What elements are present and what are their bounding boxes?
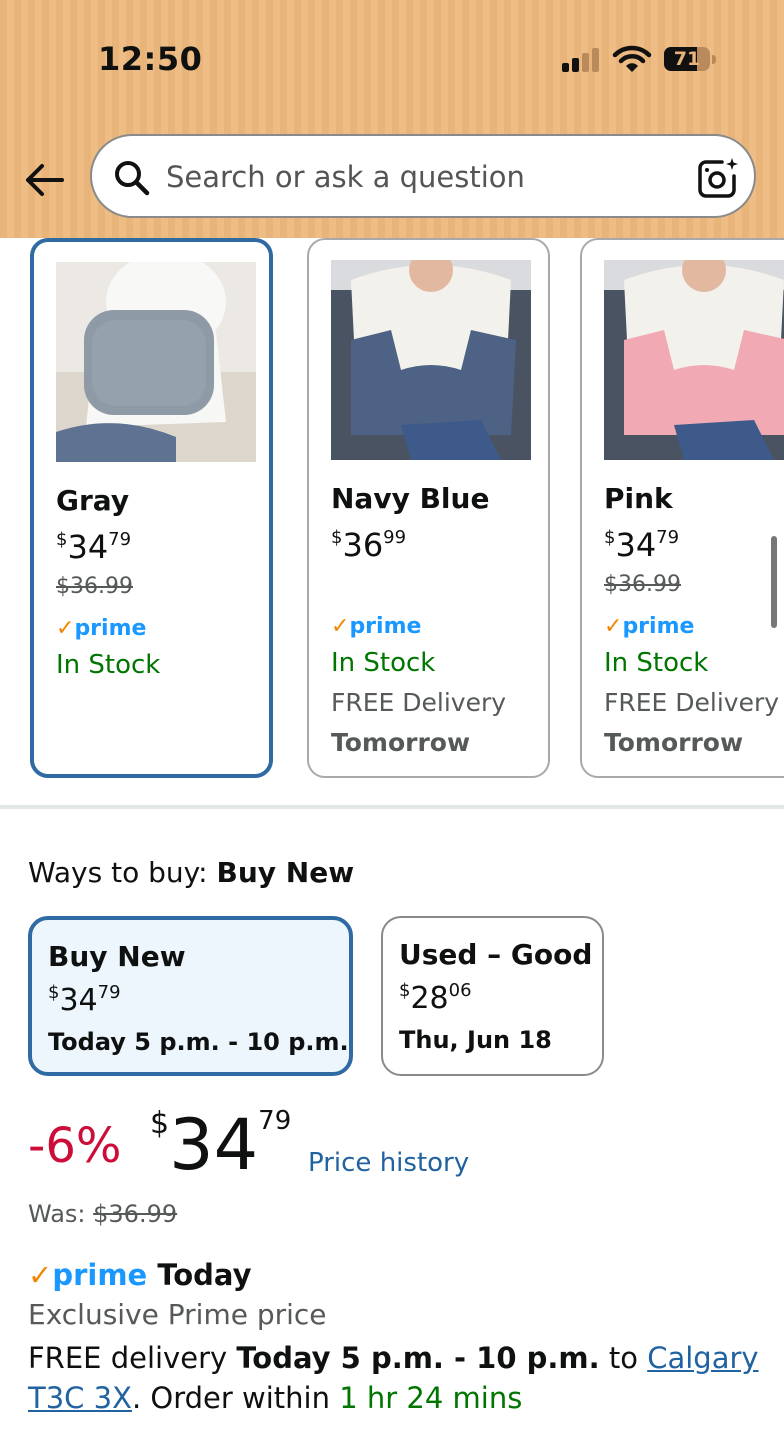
status-time: 12:50 — [98, 40, 203, 78]
variant-price: $3479 — [56, 528, 132, 566]
variant-delivery: FREE Delivery — [604, 688, 780, 717]
color-variants-carousel[interactable]: Gray $3479 $36.99 ✓prime In Stock Navy B… — [0, 238, 784, 798]
buy-option-delivery: Thu, Jun 18 — [399, 1026, 552, 1054]
variant-name: Gray — [56, 484, 130, 517]
variant-stock: In Stock — [331, 648, 436, 678]
exclusive-prime-price: Exclusive Prime price — [28, 1298, 327, 1331]
price-history-link[interactable]: Price history — [308, 1148, 469, 1178]
variant-old-price: $36.99 — [604, 572, 681, 597]
variant-stock: In Stock — [604, 648, 709, 678]
variant-name: Pink — [604, 482, 673, 515]
variant-image-navy-blue — [331, 260, 531, 460]
discount-percent: -6% — [28, 1118, 122, 1174]
delivery-info: FREE delivery Today 5 p.m. - 10 p.m. to … — [28, 1341, 759, 1415]
cellular-signal-icon — [562, 46, 602, 72]
search-bar[interactable] — [90, 134, 756, 218]
camera-lens-icon[interactable] — [696, 156, 740, 200]
app-header: 12:50 71 — [0, 0, 784, 238]
variant-delivery-day: Tomorrow — [604, 728, 744, 757]
buy-option-used-good[interactable]: Used – Good $2806 Thu, Jun 18 — [381, 916, 604, 1076]
variant-price: $3699 — [331, 526, 407, 564]
battery-level: 71 — [673, 48, 701, 70]
variant-stock: In Stock — [56, 650, 161, 680]
battery-tip — [712, 55, 716, 64]
variant-name: Navy Blue — [331, 482, 490, 515]
buy-option-price: $3479 — [48, 982, 121, 1018]
variant-delivery-day: Tomorrow — [331, 728, 471, 757]
wifi-icon — [612, 45, 652, 72]
was-price: Was: $36.99 — [28, 1200, 178, 1228]
scrollbar[interactable] — [771, 536, 777, 628]
search-icon — [115, 161, 150, 196]
buy-option-title: Buy New — [48, 940, 186, 973]
search-input[interactable] — [164, 154, 668, 200]
prime-check-icon: ✓ — [331, 614, 350, 639]
variant-card-gray[interactable]: Gray $3479 $36.99 ✓prime In Stock — [30, 238, 273, 778]
variant-card-navy-blue[interactable]: Navy Blue $3699 ✓prime In Stock FREE Del… — [307, 238, 550, 778]
current-price: $3479 — [150, 1104, 292, 1186]
buy-option-price: $2806 — [399, 980, 472, 1016]
variant-image-gray — [56, 262, 256, 462]
prime-check-icon: ✓ — [56, 616, 75, 641]
section-divider — [0, 805, 784, 809]
prime-badge: ✓prime — [56, 616, 147, 641]
prime-check-icon: ✓ — [28, 1258, 53, 1292]
buy-option-new[interactable]: Buy New $3479 Today 5 p.m. - 10 p.m. — [28, 916, 353, 1076]
buy-option-delivery: Today 5 p.m. - 10 p.m. — [48, 1028, 349, 1056]
prime-check-icon: ✓ — [604, 614, 623, 639]
variant-image-pink — [604, 260, 784, 460]
prime-today-heading: ✓prime Today — [28, 1258, 252, 1292]
variant-delivery: FREE Delivery — [331, 688, 507, 717]
ways-to-buy-heading: Ways to buy: Buy New — [28, 856, 355, 889]
prime-badge: ✓prime — [604, 614, 695, 639]
battery-icon: 71 — [664, 47, 710, 71]
buy-option-title: Used – Good — [399, 938, 593, 971]
back-arrow-icon[interactable] — [22, 158, 68, 202]
variant-price: $3479 — [604, 526, 680, 564]
variant-old-price: $36.99 — [56, 574, 133, 599]
order-countdown: 1 hr 24 mins — [339, 1381, 523, 1415]
variant-card-pink[interactable]: Pink $3479 $36.99 ✓prime In Stock FREE D… — [580, 238, 784, 778]
prime-badge: ✓prime — [331, 614, 422, 639]
